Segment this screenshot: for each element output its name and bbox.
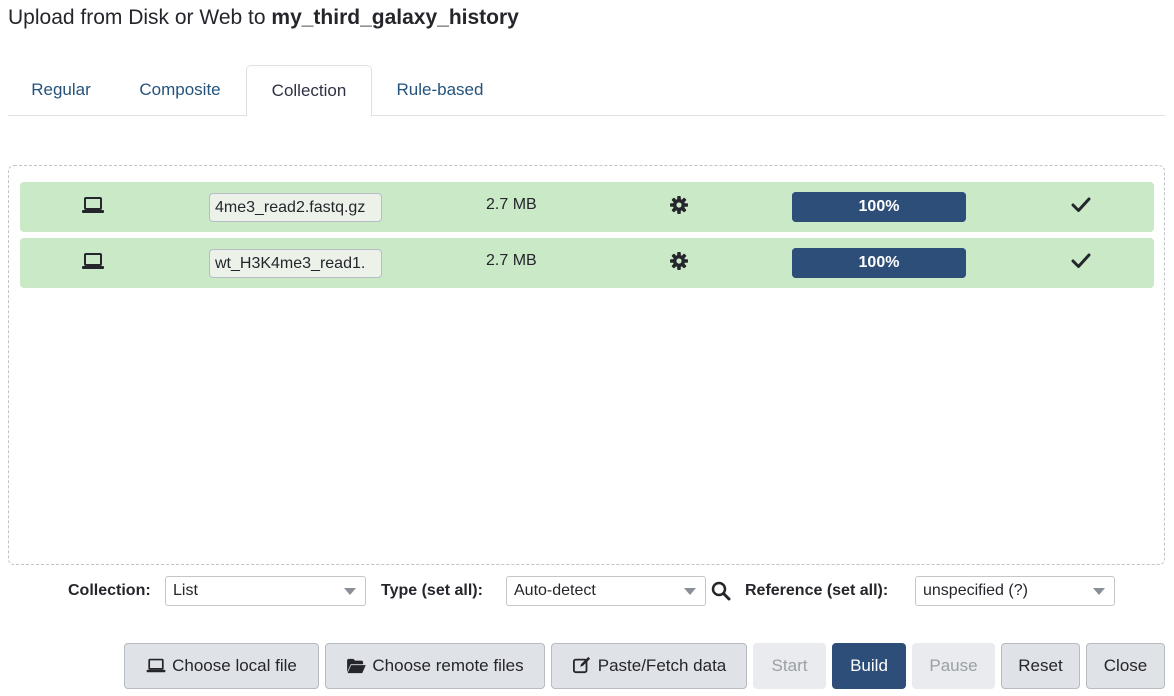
close-button[interactable]: Close	[1086, 643, 1165, 689]
build-button[interactable]: Build	[832, 643, 906, 689]
reference-set-all-label: Reference (set all):	[745, 582, 889, 599]
upload-row: 4me3_read2.fastq.gz 2.7 MB 100%	[20, 182, 1154, 232]
folder-open-icon	[347, 658, 367, 674]
tab-collection[interactable]: Collection	[246, 65, 372, 117]
reset-button[interactable]: Reset	[1001, 643, 1080, 689]
laptop-icon	[82, 251, 104, 276]
paste-fetch-data-button[interactable]: Paste/Fetch data	[551, 643, 747, 689]
gear-icon[interactable]	[669, 195, 689, 220]
paste-fetch-data-label: Paste/Fetch data	[597, 656, 727, 675]
choose-local-file-label: Choose local file	[172, 656, 297, 675]
reference-select[interactable]: unspecified (?)	[915, 576, 1115, 606]
choose-remote-files-button[interactable]: Choose remote files	[325, 643, 545, 689]
upload-options-bar: Collection: List Type (set all): Auto-de…	[0, 576, 1174, 606]
tab-rule-based[interactable]: Rule-based	[372, 65, 508, 116]
collection-type-label: Collection:	[68, 582, 151, 599]
file-name-field[interactable]: wt_H3K4me3_read1.	[209, 249, 382, 278]
upload-dropzone[interactable]: 4me3_read2.fastq.gz 2.7 MB 100% wt_H3K4m…	[8, 165, 1165, 565]
check-icon	[1071, 196, 1091, 219]
file-size: 2.7 MB	[486, 196, 537, 213]
laptop-icon	[82, 195, 104, 220]
upload-progress-bar: 100%	[792, 248, 966, 278]
progress-label: 100%	[858, 254, 900, 271]
collection-type-select[interactable]: List	[165, 576, 366, 606]
choose-remote-files-label: Choose remote files	[372, 656, 524, 675]
check-icon	[1071, 252, 1091, 275]
type-select[interactable]: Auto-detect	[506, 576, 706, 606]
gear-icon[interactable]	[669, 251, 689, 276]
upload-progress-bar: 100%	[792, 192, 966, 222]
collection-type-value: List	[173, 582, 198, 599]
file-size: 2.7 MB	[486, 252, 537, 269]
choose-local-file-button[interactable]: Choose local file	[124, 643, 319, 689]
tab-regular[interactable]: Regular	[8, 65, 114, 116]
tab-composite[interactable]: Composite	[114, 65, 246, 116]
chevron-down-icon	[344, 588, 356, 595]
title-prefix: Upload from Disk or Web to	[8, 6, 266, 29]
search-icon[interactable]	[711, 581, 731, 606]
chevron-down-icon	[684, 588, 696, 595]
type-value: Auto-detect	[514, 582, 596, 599]
upload-tabs: Regular Composite Collection Rule-based	[8, 65, 1165, 117]
start-button[interactable]: Start	[753, 643, 826, 689]
upload-row: wt_H3K4me3_read1. 2.7 MB 100%	[20, 238, 1154, 288]
file-name-field[interactable]: 4me3_read2.fastq.gz	[209, 193, 382, 222]
history-name: my_third_galaxy_history	[271, 6, 519, 29]
type-set-all-label: Type (set all):	[381, 582, 483, 599]
chevron-down-icon	[1093, 588, 1105, 595]
progress-label: 100%	[858, 198, 900, 215]
laptop-icon	[146, 658, 166, 673]
pause-button[interactable]: Pause	[912, 643, 995, 689]
edit-icon	[572, 656, 590, 674]
reference-value: unspecified (?)	[923, 582, 1028, 599]
dialog-title: Upload from Disk or Web to my_third_gala…	[8, 6, 519, 30]
